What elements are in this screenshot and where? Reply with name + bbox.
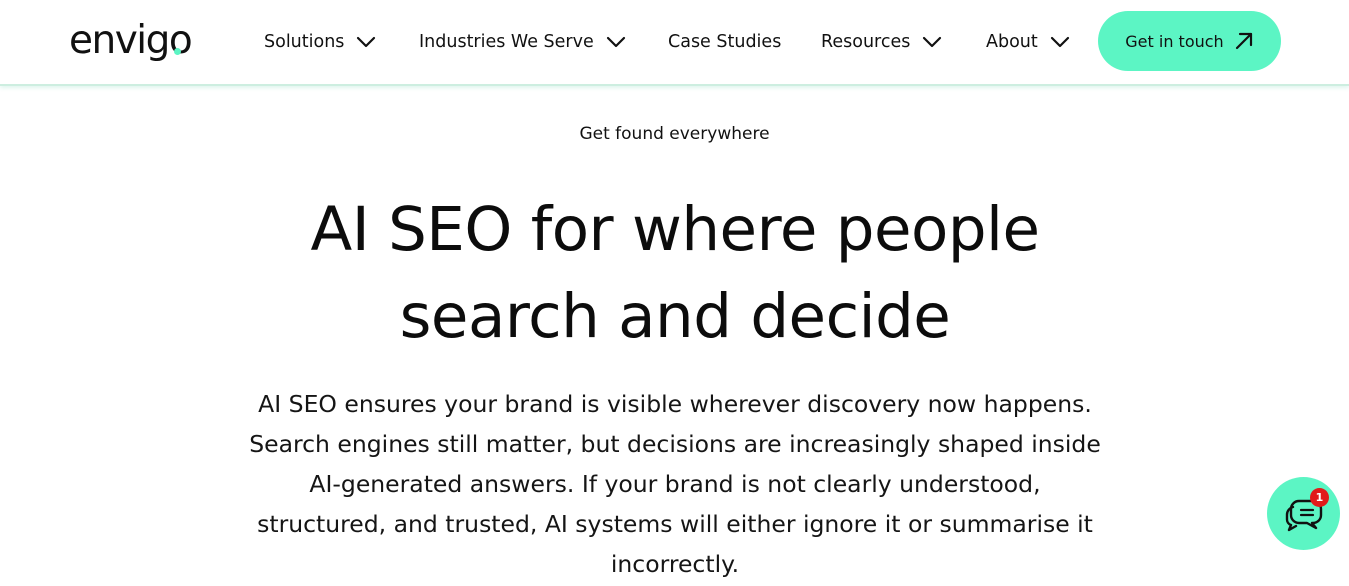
chevron-down-icon xyxy=(1050,36,1069,48)
nav-case-studies[interactable]: Case Studies xyxy=(668,29,781,55)
hero-body-line4: structured, and trusted, AI systems will… xyxy=(257,510,1093,538)
chat-notification-badge: 1 xyxy=(1310,488,1329,507)
nav-solutions[interactable]: Solutions xyxy=(264,29,376,55)
logo[interactable]: envigo xyxy=(69,18,193,64)
get-in-touch-button[interactable]: Get in touch xyxy=(1098,11,1281,71)
hero-body-line2: Search engines still matter, but decisio… xyxy=(249,430,1101,458)
chevron-down-icon xyxy=(923,36,942,48)
hero-headline-line1: AI SEO for where people xyxy=(310,194,1040,265)
nav-solutions-label: Solutions xyxy=(264,32,345,52)
nav-industries[interactable]: Industries We Serve xyxy=(419,29,626,55)
hero-eyebrow: Get found everywhere xyxy=(579,124,770,144)
logo-dot xyxy=(174,48,181,55)
nav-about-label: About xyxy=(986,32,1038,52)
nav-resources[interactable]: Resources xyxy=(821,29,942,55)
nav-case-studies-label: Case Studies xyxy=(668,32,782,52)
get-in-touch-label: Get in touch xyxy=(1125,31,1224,51)
hero-headline-line2: search and decide xyxy=(399,281,951,352)
hero-body-line3: AI-generated answers. If your brand is n… xyxy=(309,470,1041,498)
hero-body: AI SEO ensures your brand is visible whe… xyxy=(200,384,1150,584)
chevron-down-icon xyxy=(357,36,376,48)
hero-headline: AI SEO for where people search and decid… xyxy=(200,186,1150,360)
nav-industries-label: Industries We Serve xyxy=(419,32,594,52)
nav-about[interactable]: About xyxy=(986,29,1070,55)
site-header: envigo Solutions Industries We Serve Cas… xyxy=(0,0,1349,86)
chevron-down-icon xyxy=(606,36,625,48)
hero-body-line5: incorrectly. xyxy=(610,550,740,578)
arrow-up-right-icon xyxy=(1235,32,1252,50)
nav-resources-label: Resources xyxy=(821,32,911,52)
hero-body-line1: AI SEO ensures your brand is visible whe… xyxy=(258,390,1092,418)
chat-widget-button[interactable] xyxy=(1267,477,1340,550)
